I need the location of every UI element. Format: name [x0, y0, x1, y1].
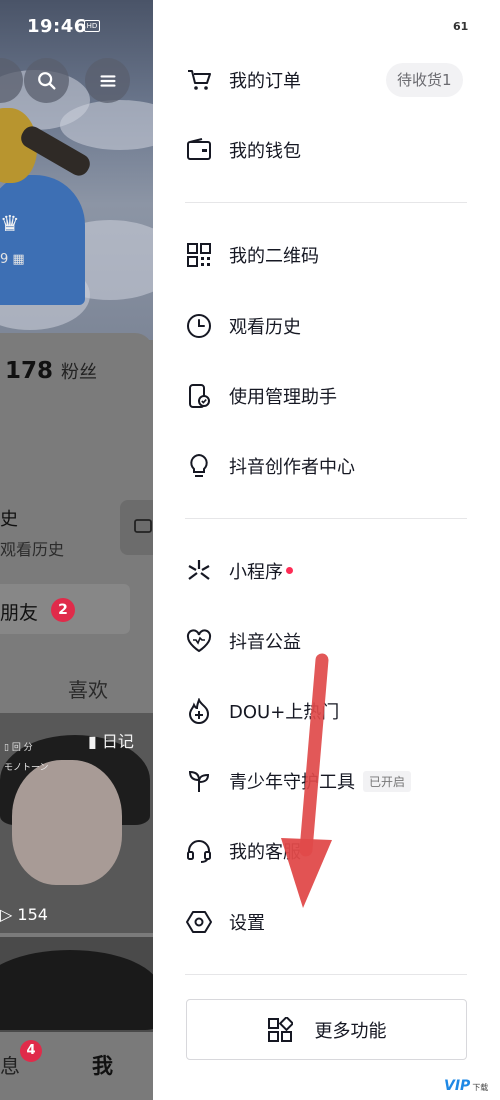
tab-likes[interactable]: 喜欢 [68, 674, 108, 703]
hamburger-icon [99, 74, 116, 87]
new-dot-indicator [286, 566, 293, 574]
cart-icon [185, 66, 213, 94]
menu-item-creator-center[interactable]: 抖音创作者中心 [185, 446, 475, 486]
clock-icon [185, 312, 213, 340]
menu-item-wallet[interactable]: 我的钱包 [185, 130, 475, 170]
video-tag: ▮ 日记 [88, 732, 134, 751]
status-time: 19:46 [27, 16, 87, 37]
divider [185, 202, 467, 203]
menu-item-watch-history[interactable]: 观看历史 [185, 306, 475, 346]
history-card-button[interactable] [120, 500, 153, 555]
followers-label: 粉丝 [61, 362, 98, 383]
qr-mini-icon: 9 ▦ [0, 252, 25, 267]
menu-button[interactable] [85, 58, 130, 103]
profile-background: 19:46 HD ♛ 9 ▦ 178 粉丝 史 观看历史 朋友 2 喜欢 ▯ 回 … [0, 0, 153, 1100]
asterisk-icon [185, 557, 213, 585]
divider [185, 974, 467, 975]
friend-label: 朋友 [0, 602, 39, 624]
menu-item-dou-plus[interactable]: DOU+上热门 [185, 691, 475, 731]
menu-item-customer-service[interactable]: 我的客服 [185, 831, 475, 871]
profile-cover [0, 0, 153, 340]
divider [185, 518, 467, 519]
history-subtitle: 观看历史 [0, 540, 65, 559]
menu-item-usage-assistant[interactable]: 使用管理助手 [185, 376, 475, 416]
history-title: 史 [0, 509, 18, 530]
sprout-icon [185, 767, 213, 795]
wallet-icon [185, 136, 213, 164]
nav-messages[interactable]: 息 [0, 1050, 20, 1079]
more-features-button[interactable]: 更多功能 [186, 999, 467, 1060]
orders-pending-badge[interactable]: 待收货1 [386, 63, 463, 97]
menu-item-charity[interactable]: 抖音公益 [185, 621, 475, 661]
status-hd-badge: HD [84, 20, 100, 32]
crown-icon: ♛ [0, 212, 20, 237]
flame-plus-icon [185, 697, 213, 725]
battery-level: 61 [453, 20, 469, 33]
menu-item-mini-programs[interactable]: 小程序 [185, 551, 475, 591]
headset-icon [185, 837, 213, 865]
menu-item-teen-protection[interactable]: 青少年守护工具 已开启 [185, 761, 475, 801]
phone-check-icon [185, 382, 213, 410]
followers-stat[interactable]: 178 粉丝 [5, 358, 97, 384]
lightbulb-icon [185, 452, 213, 480]
messages-badge: 4 [20, 1040, 42, 1062]
followers-count: 178 [5, 358, 54, 384]
search-icon [37, 71, 56, 90]
watermark-logo: VIP 下载 [444, 1078, 489, 1094]
side-drawer: 61 我的订单 待收货1 我的钱包 我的二维码 观看历史 使用管理助手 抖音创作… [153, 0, 500, 1100]
apps-grid-icon [267, 1016, 293, 1042]
hexagon-settings-icon [185, 908, 213, 936]
video-play-count: ▷ 154 [0, 905, 48, 924]
qrcode-icon [185, 241, 213, 269]
menu-item-qrcode[interactable]: 我的二维码 [185, 235, 475, 275]
enabled-tag: 已开启 [363, 770, 412, 792]
wallet-icon [134, 519, 152, 533]
heart-icon [185, 627, 213, 655]
search-button[interactable] [24, 58, 69, 103]
friend-count-badge: 2 [51, 598, 75, 622]
menu-item-settings[interactable]: 设置 [185, 902, 475, 942]
nav-me[interactable]: 我 [92, 1050, 113, 1080]
